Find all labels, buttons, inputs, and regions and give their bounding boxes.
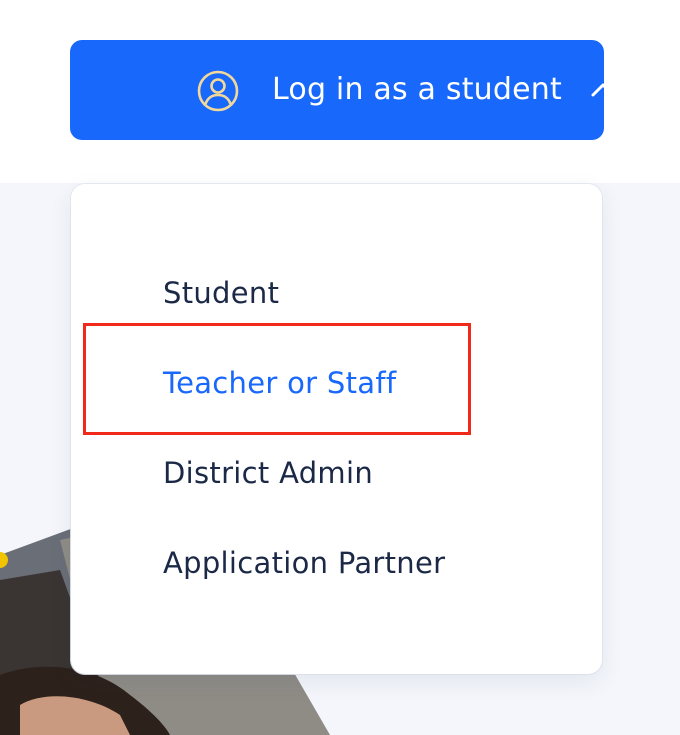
login-as-student-button[interactable]: Log in as a student <box>70 40 615 140</box>
chevron-up-icon <box>591 83 615 97</box>
highlight-annotation-box <box>83 323 471 435</box>
menu-item-district-admin[interactable]: District Admin <box>163 451 373 495</box>
menu-item-application-partner[interactable]: Application Partner <box>163 541 445 585</box>
menu-item-student[interactable]: Student <box>163 271 279 315</box>
user-circle-icon <box>197 70 239 112</box>
login-button-label: Log in as a student <box>272 72 562 107</box>
